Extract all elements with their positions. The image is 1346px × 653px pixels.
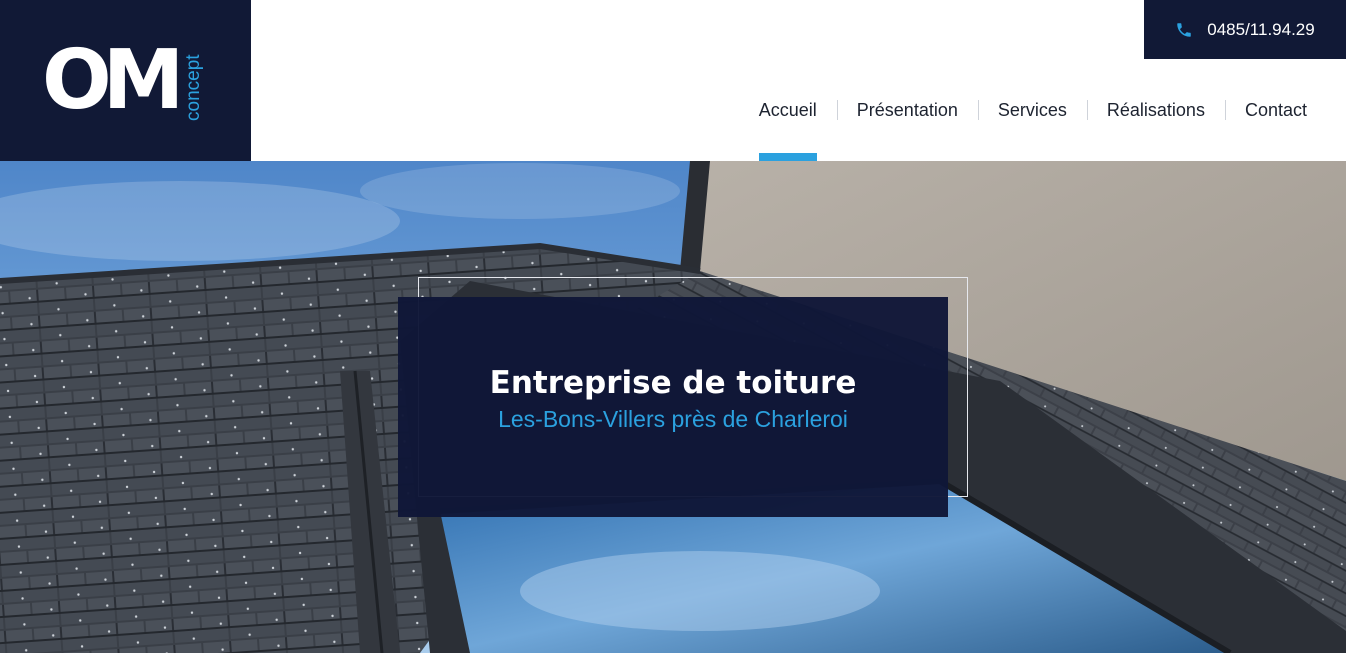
hero-subtitle: Les-Bons-Villers près de Charleroi [498,406,848,432]
nav-item-services[interactable]: Services [977,95,1087,125]
nav-item-presentation[interactable]: Présentation [836,95,978,125]
nav-item-contact[interactable]: Contact [1224,95,1327,125]
phone-contact[interactable]: 0485/11.94.29 [1144,0,1346,59]
nav-item-realisations[interactable]: Réalisations [1086,95,1225,125]
phone-icon [1175,21,1193,39]
nav-item-accueil[interactable]: Accueil [739,95,837,161]
hero-title: Entreprise de toiture [489,365,857,401]
logo-mark: OM [42,33,184,128]
logo-subtitle: concept [183,54,204,121]
phone-number: 0485/11.94.29 [1207,19,1315,39]
site-header: OM concept 0485/11.94.29 Accueil Présent… [0,0,1346,161]
hero-card: Entreprise de toiture Les-Bons-Villers p… [398,297,948,517]
logo[interactable]: OM concept [0,0,251,161]
hero-banner: Entreprise de toiture Les-Bons-Villers p… [0,161,1346,653]
main-nav: Accueil Présentation Services Réalisatio… [739,95,1327,161]
